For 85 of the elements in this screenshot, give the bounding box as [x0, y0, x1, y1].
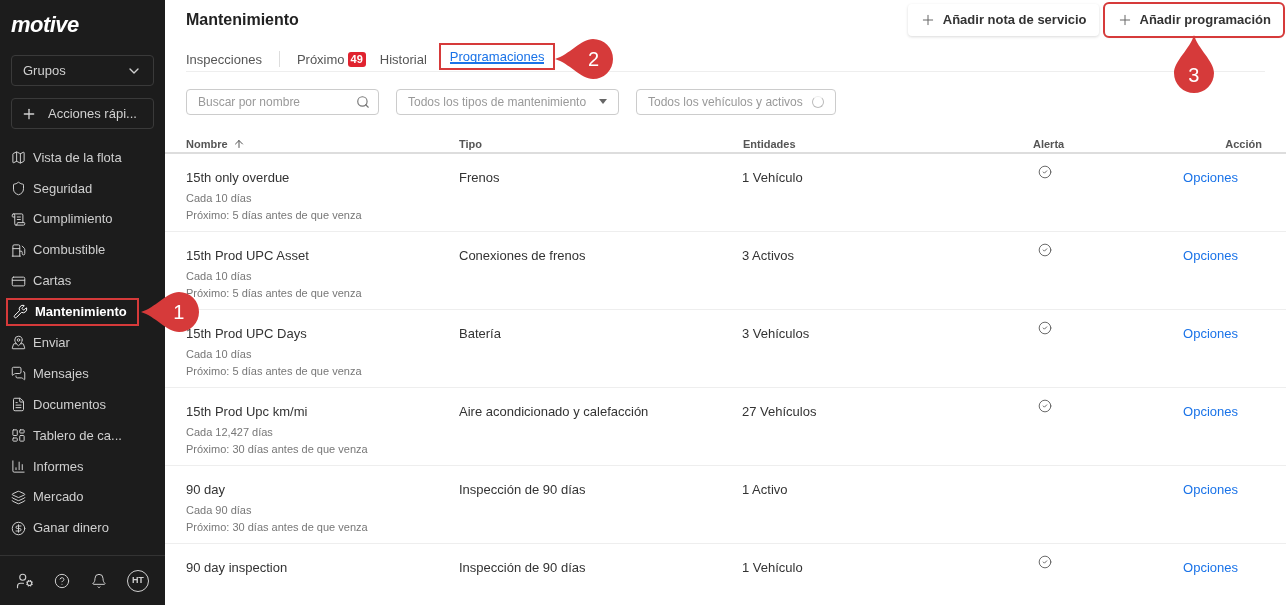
table-cell: 3 Vehículos: [742, 326, 810, 341]
search-field[interactable]: Buscar por nombre: [186, 88, 379, 115]
dollar-icon: [11, 520, 26, 536]
sidebar-item[interactable]: Mercado: [6, 483, 89, 512]
logo: motive: [11, 12, 79, 37]
shield-icon: [11, 180, 26, 196]
schedule-reminder: Próximo: 5 días antes de que venza: [186, 208, 363, 223]
table-cell: 1 Vehículo: [742, 560, 803, 575]
table-cell: 3 Activos: [742, 248, 795, 263]
sidebar-item[interactable]: Informes: [6, 452, 89, 481]
table-cell: 1 Activo: [742, 482, 788, 497]
tab[interactable]: Próximo 49: [296, 48, 366, 71]
schedule-name: 15th only overdue: [186, 169, 291, 187]
table-cell: Conexiones de frenos: [459, 248, 586, 263]
options-link[interactable]: Opciones: [1183, 482, 1238, 497]
map-pin-icon: [11, 335, 26, 351]
sidebar-item[interactable]: Cumplimiento: [6, 205, 118, 234]
schedule-interval: Cada 10 días: [186, 268, 253, 284]
options-link[interactable]: Opciones: [1183, 404, 1238, 419]
bell-icon[interactable]: [90, 572, 107, 589]
table-cell: 27 Vehículos: [742, 404, 817, 419]
page-title: Mantenimiento: [186, 10, 299, 30]
fuel-pump-icon: [11, 242, 26, 258]
sidebar-item[interactable]: Enviar: [6, 328, 75, 357]
search-icon: [356, 94, 370, 109]
sort-arrow-icon: [232, 137, 245, 150]
options-link[interactable]: Opciones: [1183, 170, 1238, 185]
quick-actions-button[interactable]: Acciones rápi...: [11, 98, 154, 129]
schedule-interval: Cada 90 días: [186, 502, 253, 518]
schedule-name: 90 day inspection: [186, 559, 289, 577]
column-header: Tipo: [459, 137, 482, 150]
sidebar-item[interactable]: Mensajes: [6, 359, 94, 388]
table-cell: Inspección de 90 días: [459, 560, 586, 575]
table-cell: Inspección de 90 días: [459, 482, 586, 497]
help-icon[interactable]: [54, 572, 71, 589]
table-cell: 1 Vehículo: [742, 170, 803, 185]
schedule-name: 15th Prod UPC Days: [186, 325, 308, 343]
tab[interactable]: Programaciones: [440, 45, 554, 68]
sidebar-item[interactable]: Ganar dinero: [6, 514, 114, 543]
options-link[interactable]: Opciones: [1183, 326, 1238, 341]
groups-select[interactable]: Grupos: [11, 55, 154, 86]
sidebar-item[interactable]: Cartas: [6, 267, 77, 295]
map-icon: [11, 149, 26, 165]
options-link[interactable]: Opciones: [1183, 560, 1238, 575]
column-header: Entidades: [743, 137, 796, 150]
schedule-reminder: Próximo: 30 días antes de que venza: [186, 520, 369, 535]
schedule-interval: Cada 10 días: [186, 346, 253, 362]
sidebar-item[interactable]: Tablero de ca...: [6, 421, 127, 450]
table-cell: Aire acondicionado y calefacción: [459, 404, 649, 419]
dropdown-triangle-icon: [599, 99, 607, 104]
sidebar-item[interactable]: Mantenimiento: [6, 297, 139, 326]
add-button[interactable]: Añadir nota de servicio: [907, 4, 1099, 36]
callout-marker: 2: [555, 39, 614, 80]
tab[interactable]: Inspecciones: [186, 48, 262, 71]
card-icon: [11, 273, 26, 289]
dashboard-icon: [11, 427, 26, 443]
messages-icon: [11, 366, 26, 382]
table-cell: Frenos: [459, 170, 500, 185]
callout-marker: 3: [1173, 35, 1214, 93]
count-badge: 49: [347, 51, 366, 67]
table-cell: Batería: [459, 326, 501, 341]
schedule-name: 15th Prod Upc km/mi: [186, 403, 309, 421]
add-button[interactable]: Añadir programación: [1104, 4, 1283, 36]
column-header[interactable]: Nombre: [186, 135, 228, 152]
document-icon: [11, 397, 26, 413]
sidebar-item[interactable]: Combustible: [6, 236, 111, 265]
schedule-reminder: Próximo: 5 días antes de que venza: [186, 286, 363, 301]
tab[interactable]: Historial: [379, 48, 427, 71]
document-list-icon: [11, 211, 26, 227]
sidebar-item[interactable]: Seguridad: [6, 174, 98, 203]
schedule-reminder: Próximo: 30 días antes de que venza: [186, 442, 369, 457]
wrench-icon: [13, 304, 28, 320]
column-header: Alerta: [1033, 137, 1065, 150]
column-header: Acción: [1225, 137, 1262, 150]
sidebar-item[interactable]: Documentos: [6, 390, 111, 419]
bar-chart-icon: [11, 458, 26, 474]
schedule-interval: Cada 12,427 días: [186, 424, 274, 440]
layers-icon: [11, 489, 26, 505]
schedule-reminder: Próximo: 5 días antes de que venza: [186, 364, 363, 379]
schedule-name: 15th Prod UPC Asset: [186, 247, 310, 265]
schedule-interval: Cada 10 días: [186, 190, 253, 206]
sidebar-item[interactable]: Vista de la flota: [6, 143, 127, 172]
schedule-name: 90 day: [186, 481, 227, 499]
user-settings-icon[interactable]: [16, 571, 35, 590]
options-link[interactable]: Opciones: [1183, 248, 1238, 263]
